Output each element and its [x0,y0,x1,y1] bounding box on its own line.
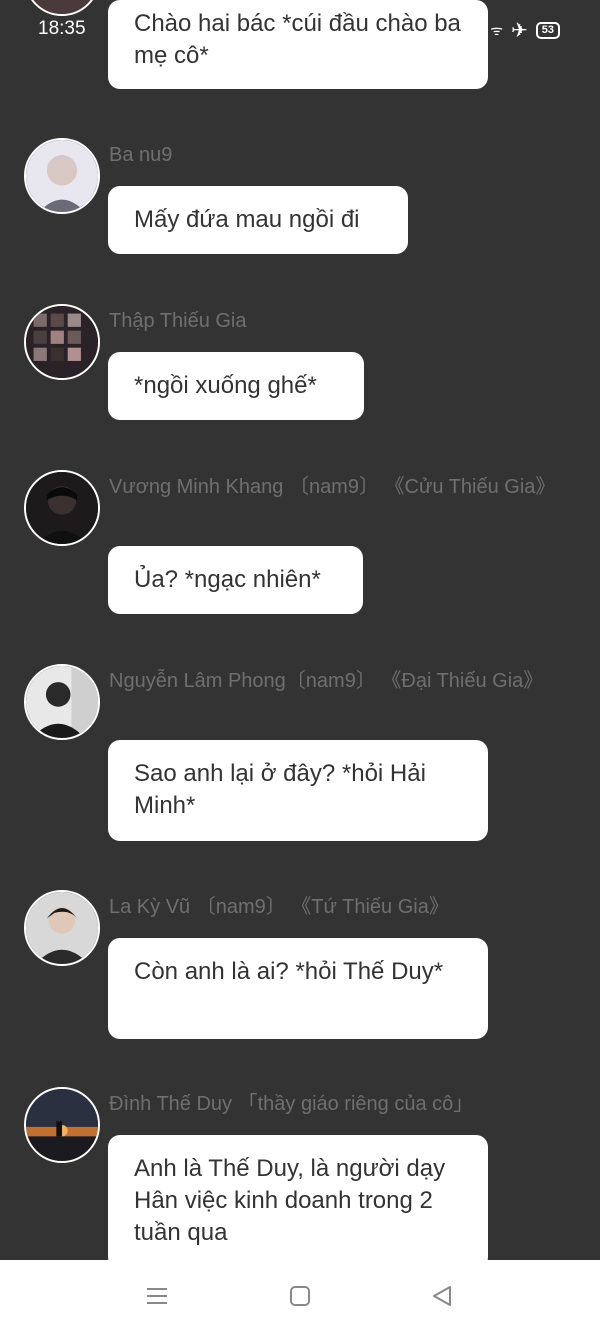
avatar[interactable] [24,664,100,740]
message-bubble: *ngồi xuống ghế* [108,352,364,420]
message-text: *ngồi xuống ghế* [134,372,317,399]
message-text: Mấy đứa mau ngồi đi [134,206,360,233]
avatar[interactable] [24,470,100,546]
status-bar: 18:35 ᯤ ✈ 53 [0,0,600,60]
signal-icon: ᯤ [490,22,503,38]
message-text: Anh là Thế Duy, là người dạy Hân việc ki… [134,1155,446,1246]
battery-icon: 53 [535,22,560,39]
message-text: Sao anh lại ở đây? *hỏi Hải Minh* [134,760,426,819]
menu-icon[interactable] [145,1284,169,1313]
message-bubble: Còn anh là ai? *hỏi Thế Duy* [108,938,488,1039]
back-icon[interactable] [430,1284,454,1313]
avatar[interactable] [24,138,100,214]
avatar[interactable] [24,304,100,380]
message-bubble: Anh là Thế Duy, là người dạy Hân việc ki… [108,1135,488,1269]
sender-name: Vương Minh Khang 〔nam9〕 《Cửu Thiếu Gia》 [109,476,556,498]
sender-name: Nguyễn Lâm Phong〔nam9〕 《Đại Thiếu Gia》 [109,670,544,692]
message-bubble: Sao anh lại ở đây? *hỏi Hải Minh* [108,740,488,841]
sender-name: La Kỳ Vũ 〔nam9〕 《Tứ Thiếu Gia》 [109,896,449,918]
message-bubble: Ủa? *ngạc nhiên* [108,546,363,614]
sender-name: Ba nu9 [109,144,173,166]
avatar[interactable] [24,1087,100,1163]
navigation-bar [0,1260,600,1333]
sender-name: Thập Thiếu Gia [109,310,247,332]
message-bubble: Mấy đứa mau ngồi đi [108,186,408,254]
avatar[interactable] [24,890,100,966]
status-time: 18:35 [38,18,86,39]
message-text: Ủa? *ngạc nhiên* [134,566,321,593]
message-text: Còn anh là ai? *hỏi Thế Duy* [134,958,444,985]
sender-name: Đình Thế Duy 「thầy giáo riêng của cô」 [109,1093,474,1115]
home-icon[interactable] [288,1284,312,1313]
airplane-icon: ✈ [510,20,528,42]
status-icons: ᯤ ✈ 53 [490,18,560,43]
